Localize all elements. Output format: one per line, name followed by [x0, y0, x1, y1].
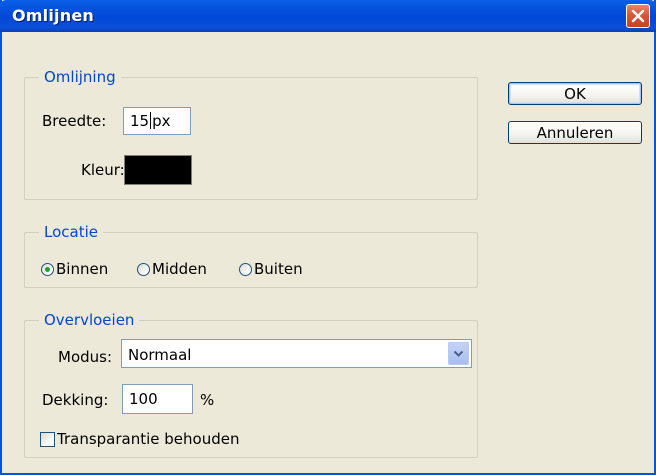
opacity-unit: %: [200, 391, 215, 409]
radio-selected-dot: [45, 266, 50, 272]
width-input[interactable]: 15 px: [123, 107, 191, 135]
preserve-transparency-checkbox[interactable]: Transparantie behouden: [40, 430, 239, 448]
width-value: 15: [130, 112, 150, 130]
close-icon: [631, 9, 645, 23]
opacity-value: 100: [129, 390, 158, 408]
color-swatch[interactable]: [124, 155, 192, 185]
chevron-down-icon: [453, 350, 464, 357]
ok-button[interactable]: OK: [508, 82, 642, 105]
radio-circle: [239, 262, 252, 276]
radio-inside[interactable]: Binnen: [41, 260, 108, 278]
radio-center-label: Midden: [152, 260, 207, 278]
opacity-label: Dekking:: [42, 391, 109, 409]
title-bar[interactable]: Omlijnen: [0, 0, 656, 32]
blending-legend: Overvloeien: [39, 311, 140, 329]
radio-outside-label: Buiten: [254, 260, 303, 278]
radio-circle: [41, 262, 54, 276]
radio-inside-label: Binnen: [56, 260, 109, 278]
radio-circle: [137, 262, 150, 276]
location-group: Locatie Binnen Midden Buiten: [24, 223, 478, 288]
dropdown-button[interactable]: [448, 342, 469, 365]
width-label: Breedte:: [42, 112, 107, 130]
color-label: Kleur:: [81, 161, 125, 179]
location-legend: Locatie: [39, 223, 103, 241]
close-button[interactable]: [626, 4, 650, 28]
stroke-group: Omlijning Breedte: 15 px Kleur:: [24, 68, 478, 200]
stroke-dialog: Omlijnen Omlijning Breedte: 15 px Kleur: …: [0, 0, 656, 475]
opacity-input[interactable]: 100: [122, 384, 193, 414]
checkbox-box: [40, 431, 55, 447]
radio-center[interactable]: Midden: [137, 260, 207, 278]
preserve-transparency-label: Transparantie behouden: [57, 430, 240, 448]
window-title: Omlijnen: [12, 6, 94, 25]
mode-label: Modus:: [58, 348, 113, 366]
mode-value: Normaal: [128, 346, 192, 364]
text-caret: [150, 112, 152, 129]
cancel-button[interactable]: Annuleren: [508, 121, 642, 144]
mode-select[interactable]: Normaal: [121, 339, 472, 368]
stroke-legend: Omlijning: [39, 68, 121, 86]
blending-group: Overvloeien Modus: Normaal Dekking: 100 …: [24, 311, 478, 458]
width-unit: px: [152, 112, 171, 130]
radio-outside[interactable]: Buiten: [239, 260, 303, 278]
